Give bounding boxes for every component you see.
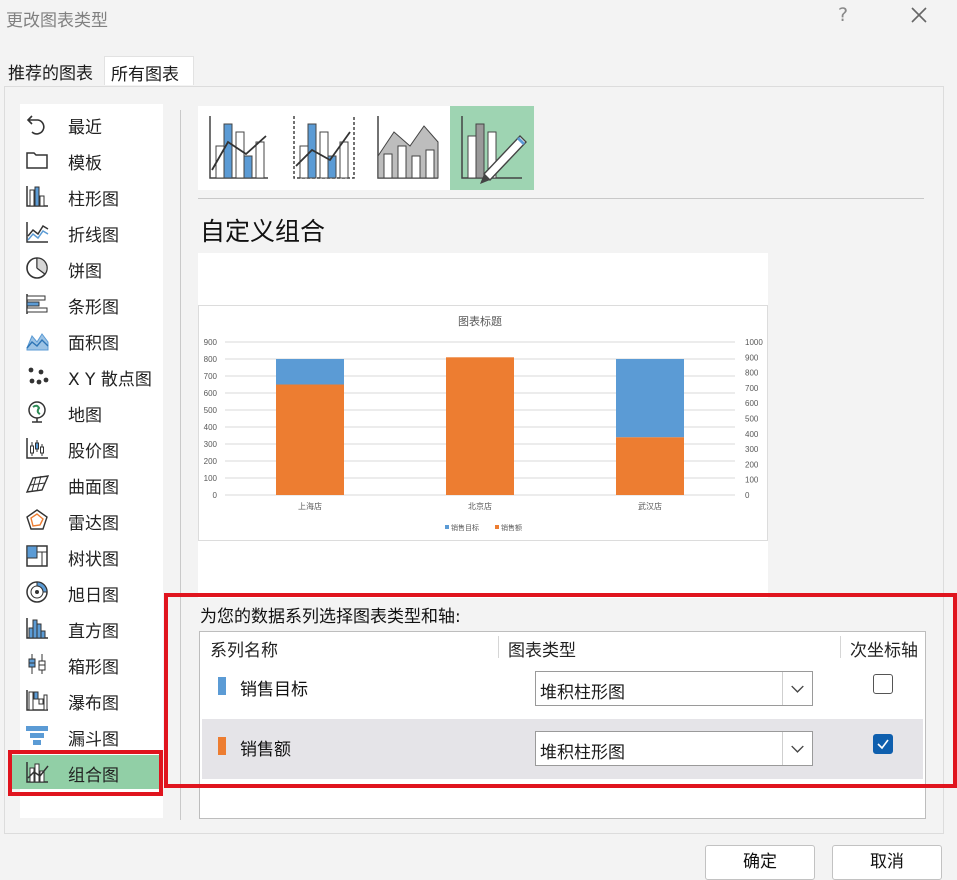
surface-chart-icon: [25, 475, 50, 493]
category-templates[interactable]: 模板: [20, 143, 163, 177]
dialog-title: 更改图表类型: [6, 11, 108, 31]
recent-icon: [26, 115, 45, 135]
x-tick-label: 北京店: [468, 501, 492, 511]
y2-tick-label: 300: [745, 445, 759, 454]
category-surface[interactable]: 曲面图: [20, 467, 163, 501]
ok-button[interactable]: 确定: [705, 845, 815, 880]
radar-chart-icon: [26, 509, 48, 530]
chart-preview: 0 100 200 300 400 500 600 700 800 900 0 100 200 300 40…: [198, 253, 768, 598]
treemap-chart-icon: [26, 545, 48, 567]
category-histogram[interactable]: 直方图: [20, 611, 163, 645]
y2-tick-label: 900: [745, 353, 759, 362]
highlight-combo-category: [8, 750, 163, 796]
clustered-column-line-icon[interactable]: [198, 106, 282, 190]
cancel-button[interactable]: 取消: [832, 845, 942, 880]
waterfall-chart-icon: [26, 690, 48, 711]
category-recent[interactable]: 最近: [20, 107, 163, 141]
preview-chart: 0 100 200 300 400 500 600 700 800 900 0 100 200 300 40…: [204, 314, 764, 532]
y2-tick-label: 100: [745, 476, 759, 485]
chart-category-list: 最近 模板 柱形图 折线图 饼图 条形图 面积图 X Y 散点图 地图 股价图 …: [10, 104, 163, 818]
chart-area[interactable]: 0 100 200 300 400 500 600 700 800 900 0 100 200 300 40…: [198, 305, 768, 541]
scatter-chart-icon: [28, 367, 49, 385]
y-tick-label: 600: [204, 389, 218, 398]
box-whisker-chart-icon: [28, 654, 46, 674]
bar: [616, 359, 684, 438]
y-tick-label: 300: [204, 440, 218, 449]
category-map[interactable]: 地图: [20, 395, 163, 429]
y2-tick-label: 0: [745, 491, 750, 500]
category-line[interactable]: 折线图: [20, 215, 163, 249]
legend-label: 销售额: [501, 523, 522, 532]
combo-type-gallery: [198, 106, 534, 190]
y-tick-label: 800: [204, 355, 218, 364]
sunburst-chart-icon: [26, 581, 48, 603]
title-bar: 更改图表类型 ?: [0, 0, 957, 36]
pie-chart-icon: [26, 257, 48, 279]
bar-chart-icon: [26, 294, 48, 314]
category-sunburst[interactable]: 旭日图: [20, 575, 163, 609]
y2-tick-label: 200: [745, 460, 759, 469]
tab-all-charts[interactable]: 所有图表: [104, 56, 194, 85]
stock-chart-icon: [26, 438, 48, 459]
custom-combination-icon[interactable]: [450, 106, 534, 190]
x-tick-label: 武汉店: [638, 501, 662, 511]
x-tick-label: 上海店: [298, 501, 322, 511]
y-tick-label: 100: [204, 474, 218, 483]
category-funnel[interactable]: 漏斗图: [20, 719, 163, 753]
y-tick-label: 0: [213, 491, 218, 500]
y2-tick-label: 800: [745, 369, 759, 378]
bar: [276, 359, 344, 385]
category-bar[interactable]: 条形图: [20, 287, 163, 321]
y2-tick-label: 400: [745, 430, 759, 439]
y-tick-label: 200: [204, 457, 218, 466]
y-tick-label: 400: [204, 423, 218, 432]
legend-label: 销售目标: [451, 523, 479, 532]
tab-recommended[interactable]: 推荐的图表: [2, 56, 106, 85]
category-waterfall[interactable]: 瀑布图: [20, 683, 163, 717]
y-tick-label: 500: [204, 406, 218, 415]
bar: [446, 357, 514, 495]
category-radar[interactable]: 雷达图: [20, 503, 163, 537]
section-title: 自定义组合: [200, 217, 326, 246]
bar: [616, 437, 684, 495]
stacked-area-clustered-column-icon[interactable]: [366, 106, 450, 190]
y-tick-label: 900: [204, 338, 218, 347]
line-chart-icon: [26, 222, 49, 243]
bar: [276, 384, 344, 495]
column-chart-icon: [26, 186, 48, 207]
legend-swatch: [495, 525, 499, 529]
chart-title: 图表标题: [458, 314, 502, 328]
y2-tick-label: 500: [745, 415, 759, 424]
category-stock[interactable]: 股价图: [20, 431, 163, 465]
histogram-chart-icon: [26, 618, 48, 639]
help-button[interactable]: ?: [838, 4, 848, 26]
area-chart-icon: [26, 333, 49, 351]
y2-tick-label: 600: [745, 399, 759, 408]
y2-tick-label: 700: [745, 384, 759, 393]
map-chart-icon: [28, 401, 46, 423]
y2-tick-label: 1000: [745, 338, 763, 347]
funnel-chart-icon: [26, 726, 48, 745]
highlight-series-settings: [164, 593, 957, 788]
category-area[interactable]: 面积图: [20, 323, 163, 357]
clustered-column-line-secondary-axis-icon[interactable]: [282, 106, 366, 190]
legend-swatch: [445, 525, 449, 529]
category-pie[interactable]: 饼图: [20, 251, 163, 285]
category-scatter[interactable]: X Y 散点图: [20, 359, 163, 393]
category-box-whisker[interactable]: 箱形图: [20, 647, 163, 681]
category-treemap[interactable]: 树状图: [20, 539, 163, 573]
gallery-separator: [198, 198, 924, 199]
y-tick-label: 700: [204, 372, 218, 381]
folder-icon: [26, 152, 48, 169]
category-column[interactable]: 柱形图: [20, 179, 163, 213]
close-icon[interactable]: [902, 0, 936, 32]
